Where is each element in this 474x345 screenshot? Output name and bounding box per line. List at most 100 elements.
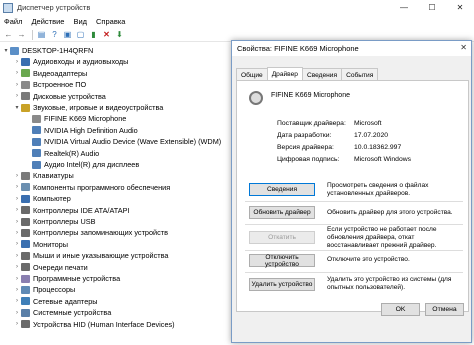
- download-icon[interactable]: ⬇: [114, 29, 125, 40]
- device-category-icon: [32, 114, 41, 123]
- device-category-icon: [21, 297, 30, 306]
- chevron-right-icon[interactable]: ›: [13, 184, 21, 190]
- chevron-right-icon[interactable]: ›: [13, 298, 21, 304]
- device-category-icon: [21, 103, 30, 112]
- tree-item-label: Сетевые адаптеры: [33, 296, 98, 306]
- tree-item-label: Realtek(R) Audio: [44, 148, 100, 158]
- disable-icon[interactable]: ▮: [88, 29, 99, 40]
- chevron-down-icon[interactable]: ▾: [13, 104, 21, 111]
- device-category-icon: [21, 263, 30, 272]
- tree-item[interactable]: › Контроллеры запоминающих устройств: [13, 227, 168, 238]
- device-category-icon: [21, 251, 30, 260]
- chevron-right-icon[interactable]: ›: [13, 219, 21, 225]
- chevron-down-icon[interactable]: ▾: [2, 47, 10, 54]
- chevron-right-icon[interactable]: ›: [13, 241, 21, 247]
- menu-action[interactable]: Действие: [31, 17, 64, 26]
- chevron-right-icon[interactable]: ›: [13, 230, 21, 236]
- chevron-right-icon[interactable]: ›: [13, 287, 21, 293]
- divider: [245, 250, 463, 251]
- chevron-right-icon[interactable]: ›: [13, 82, 21, 88]
- tree-item[interactable]: › Системные устройства: [13, 307, 111, 318]
- tree-item[interactable]: NVIDIA High Definition Audio: [24, 125, 138, 136]
- help-icon[interactable]: ?: [49, 29, 60, 40]
- tree-item[interactable]: › Дисковые устройства: [13, 91, 106, 102]
- update-driver-icon[interactable]: ▣: [62, 29, 73, 40]
- menu-view[interactable]: Вид: [73, 17, 87, 26]
- device-category-icon: [21, 274, 30, 283]
- chevron-right-icon[interactable]: ›: [13, 276, 21, 282]
- maximize-button[interactable]: ☐: [418, 0, 446, 15]
- tree-item[interactable]: › Очереди печати: [13, 262, 88, 273]
- uninstall-icon[interactable]: ✕: [101, 29, 112, 40]
- tree-item-label: Устройства HID (Human Interface Devices): [33, 319, 175, 329]
- tree-item[interactable]: › Компоненты программного обеспечения: [13, 182, 170, 193]
- chevron-right-icon[interactable]: ›: [13, 310, 21, 316]
- tree-item[interactable]: › Клавиатуры: [13, 170, 74, 181]
- tree-item[interactable]: › Видеоадаптеры: [13, 68, 87, 79]
- tree-item[interactable]: Аудио Intel(R) для дисплеев: [24, 159, 139, 170]
- chevron-right-icon[interactable]: ›: [13, 207, 21, 213]
- tree-item[interactable]: › Мониторы: [13, 239, 68, 250]
- device-category-icon: [21, 308, 30, 317]
- tree-item[interactable]: › Сетевые адаптеры: [13, 296, 98, 307]
- forward-icon[interactable]: →: [16, 29, 27, 40]
- device-category-icon: [21, 92, 30, 101]
- device-category-icon: [21, 69, 30, 78]
- disable-device-button[interactable]: Отключить устройство: [249, 254, 315, 268]
- close-button[interactable]: ✕: [446, 0, 474, 15]
- tree-item[interactable]: › Процессоры: [13, 284, 75, 295]
- tree-item-label: Очереди печати: [33, 262, 88, 272]
- chevron-right-icon[interactable]: ›: [13, 59, 21, 65]
- menu-file[interactable]: Файл: [4, 17, 22, 26]
- device-category-icon: [32, 126, 41, 135]
- chevron-right-icon[interactable]: ›: [13, 93, 21, 99]
- chevron-right-icon[interactable]: ›: [13, 264, 21, 270]
- tree-item[interactable]: › Аудиовходы и аудиовыходы: [13, 56, 128, 67]
- tree-item[interactable]: › Компьютер: [13, 193, 71, 204]
- chevron-right-icon[interactable]: ›: [13, 321, 21, 327]
- tree-item[interactable]: FIFINE K669 Microphone: [24, 113, 126, 124]
- device-category-icon: [21, 217, 30, 226]
- device-category-icon: [21, 240, 30, 249]
- ok-button[interactable]: OK: [381, 303, 420, 316]
- properties-icon[interactable]: ▤: [36, 29, 47, 40]
- chevron-right-icon[interactable]: ›: [13, 173, 21, 179]
- tree-item-label: Контроллеры запоминающих устройств: [33, 228, 168, 238]
- device-category-icon: [21, 228, 30, 237]
- prop-value: Microsoft: [354, 120, 382, 127]
- tree-item[interactable]: › Встроенное ПО: [13, 79, 86, 90]
- tree-item-label: Аудио Intel(R) для дисплеев: [44, 160, 140, 169]
- minimize-button[interactable]: —: [390, 0, 418, 15]
- tree-item-label: Системные устройства: [33, 308, 112, 318]
- back-icon[interactable]: ←: [3, 29, 14, 40]
- chevron-right-icon[interactable]: ›: [13, 253, 21, 259]
- tree-item-label: Клавиатуры: [33, 171, 74, 181]
- device-category-icon: [32, 160, 41, 169]
- tree-item[interactable]: › Мыши и иные указывающие устройства: [13, 250, 168, 261]
- driver-details-button[interactable]: Сведения: [249, 183, 315, 196]
- rollback-driver-desc: Если устройство не работает после обновл…: [327, 226, 437, 249]
- scan-icon[interactable]: ▢: [75, 29, 86, 40]
- tree-item-label: Мыши и иные указывающие устройства: [33, 251, 169, 261]
- uninstall-device-button[interactable]: Удалить устройство: [249, 278, 315, 291]
- tree-item[interactable]: ▾ DESKTOP-1H4QRFN: [2, 45, 93, 56]
- device-category-icon: [21, 320, 30, 329]
- tree-item[interactable]: › Программные устройства: [13, 273, 120, 284]
- tree-item-label: Компьютер: [33, 194, 71, 204]
- tree-item[interactable]: Realtek(R) Audio: [24, 148, 99, 159]
- tree-item[interactable]: › Устройства HID (Human Interface Devices…: [13, 319, 175, 330]
- chevron-right-icon[interactable]: ›: [13, 196, 21, 202]
- update-driver-button[interactable]: Обновить драйвер: [249, 206, 315, 219]
- window-titlebar: Диспетчер устройств — ☐ ✕: [0, 0, 474, 15]
- tree-item[interactable]: › Контроллеры USB: [13, 216, 96, 227]
- chevron-right-icon[interactable]: ›: [13, 70, 21, 76]
- window-controls: — ☐ ✕: [390, 0, 474, 15]
- rollback-driver-button[interactable]: Откатить: [249, 231, 315, 244]
- cancel-button[interactable]: Отмена: [425, 303, 464, 316]
- dialog-close-button[interactable]: ✕: [460, 43, 467, 52]
- tree-item[interactable]: › Контроллеры IDE ATA/ATAPI: [13, 205, 129, 216]
- tab-driver[interactable]: Драйвер: [266, 67, 303, 81]
- tree-item[interactable]: NVIDIA Virtual Audio Device (Wave Extens…: [24, 136, 221, 147]
- menu-help[interactable]: Справка: [96, 17, 125, 26]
- tree-item[interactable]: ▾ Звуковые, игровые и видеоустройства: [13, 102, 163, 113]
